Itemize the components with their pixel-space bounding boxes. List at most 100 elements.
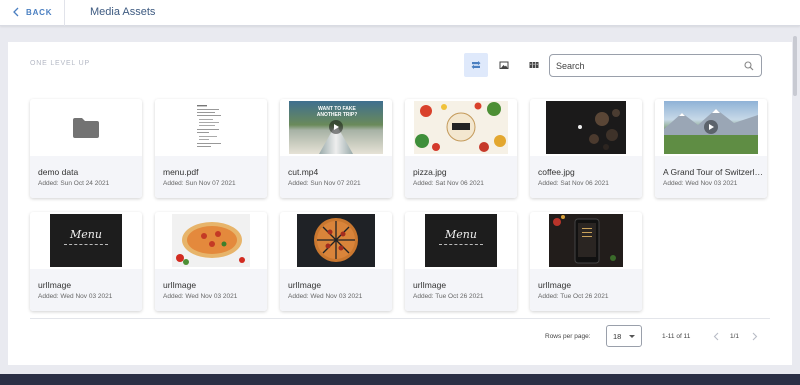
asset-date: Added: Wed Nov 03 2021 [38,293,113,300]
pizza-poster-preview [414,101,508,154]
back-button[interactable]: BACK [12,7,52,17]
asset-date: Added: Wed Nov 03 2021 [663,180,738,187]
asset-card[interactable]: menu.pdf Added: Sun Nov 07 2021 [155,99,267,198]
play-button[interactable] [329,120,343,134]
asset-card[interactable]: A Grand Tour of Switzerland Added: Wed N… [655,99,767,198]
asset-info: menu.pdf Added: Sun Nov 07 2021 [155,156,267,198]
asset-name: cut.mp4 [288,167,319,177]
asset-info: urlImage Added: Tue Oct 26 2021 [530,269,642,311]
chevron-left-icon [13,7,19,17]
asset-info: pizza.jpg Added: Sat Nov 06 2021 [405,156,517,198]
asset-info: demo data Added: Sun Oct 24 2021 [30,156,142,198]
page-title: Media Assets [90,6,156,18]
asset-name: A Grand Tour of Switzerland [663,167,763,177]
view-toggle-image[interactable] [492,53,516,77]
asset-date: Added: Sun Nov 07 2021 [288,180,361,187]
play-icon [709,124,714,130]
asset-name: urlImage [538,280,572,290]
video-thumbnail: WANT TO FAKE ANOTHER TRIP? [280,99,392,156]
asset-name: pizza.jpg [413,167,447,177]
play-button[interactable] [704,120,718,134]
search-icon[interactable] [744,61,754,71]
chalk-divider [64,244,108,245]
mountain-video-preview [664,101,758,154]
image-thumbnail [405,99,517,156]
document-preview [191,101,231,154]
pagination-range: 1-11 of 11 [662,333,691,340]
media-panel: ONE LEVEL UP Search demo data Added: Sun… [8,42,792,365]
image-thumbnail [530,99,642,156]
search-input[interactable] [556,59,736,73]
asset-date: Added: Sat Nov 06 2021 [538,180,609,187]
image-icon [499,61,509,69]
rows-per-page-value: 18 [613,332,622,341]
one-level-up-link[interactable]: ONE LEVEL UP [30,60,90,67]
view-toggle-columns[interactable] [522,53,546,77]
asset-date: Added: Sun Nov 07 2021 [163,180,236,187]
rows-per-page-label: Rows per page: [545,333,591,340]
asset-name: demo data [38,167,79,177]
scrollbar-thumb[interactable] [793,36,797,96]
asset-card[interactable]: Menu urlImage Added: Tue Oct 26 2021 [405,212,517,311]
asset-info: A Grand Tour of Switzerland Added: Wed N… [655,156,767,198]
asset-info: coffee.jpg Added: Sat Nov 06 2021 [530,156,642,198]
chalk-menu-text: Menu [70,228,102,241]
asset-card[interactable]: WANT TO FAKE ANOTHER TRIP? cut.mp4 Added… [280,99,392,198]
top-bar: BACK Media Assets [0,0,800,26]
chalkboard-preview: Menu [50,214,122,267]
asset-card[interactable]: demo data Added: Sun Oct 24 2021 [30,99,142,198]
image-thumbnail [155,212,267,269]
asset-date: Added: Wed Nov 03 2021 [288,293,363,300]
chalk-divider [439,244,483,245]
asset-info: urlImage Added: Wed Nov 03 2021 [280,269,392,311]
back-label: BACK [26,7,53,17]
search-box [549,54,762,77]
pdf-thumbnail [155,99,267,156]
asset-date: Added: Sun Oct 24 2021 [38,180,110,187]
image-thumbnail: Menu [405,212,517,269]
asset-card[interactable]: Menu urlImage Added: Wed Nov 03 2021 [30,212,142,311]
page-indicator: 1/1 [730,333,740,340]
road-video-preview: WANT TO FAKE ANOTHER TRIP? [289,101,383,154]
play-icon [334,124,339,130]
image-thumbnail [280,212,392,269]
chalkboard-preview: Menu [425,214,497,267]
asset-card[interactable]: urlImage Added: Tue Oct 26 2021 [530,212,642,311]
asset-card[interactable]: urlImage Added: Wed Nov 03 2021 [155,212,267,311]
prev-page-button[interactable] [711,330,721,342]
chevron-right-icon [752,332,758,340]
asset-date: Added: Sat Nov 06 2021 [413,180,484,187]
asset-name: urlImage [163,280,197,290]
video-thumbnail [655,99,767,156]
asset-name: menu.pdf [163,167,199,177]
phone-preview [549,214,623,267]
header-divider [64,0,65,26]
columns-icon [529,62,539,68]
rows-per-page-select[interactable]: 18 [606,325,642,347]
asset-card[interactable]: coffee.jpg Added: Sat Nov 06 2021 [530,99,642,198]
video-overlay-text: WANT TO FAKE ANOTHER TRIP? [316,106,358,118]
next-page-button[interactable] [750,330,760,342]
pizza-dark-preview [297,214,375,267]
asset-info: urlImage Added: Wed Nov 03 2021 [155,269,267,311]
chevron-down-icon [629,335,635,338]
asset-info: cut.mp4 Added: Sun Nov 07 2021 [280,156,392,198]
asset-info: urlImage Added: Wed Nov 03 2021 [30,269,142,311]
pagination-divider [30,318,770,319]
asset-date: Added: Tue Oct 26 2021 [538,293,609,300]
asset-name: urlImage [38,280,72,290]
image-thumbnail [530,212,642,269]
view-toggle-list[interactable] [464,53,488,77]
chalk-menu-text: Menu [445,228,477,241]
image-thumbnail: Menu [30,212,142,269]
asset-card[interactable]: pizza.jpg Added: Sat Nov 06 2021 [405,99,517,198]
chevron-left-icon [713,332,719,340]
asset-card[interactable]: urlImage Added: Wed Nov 03 2021 [280,212,392,311]
asset-name: coffee.jpg [538,167,575,177]
folder-thumbnail [30,99,142,156]
swap-view-icon [471,61,481,69]
asset-date: Added: Wed Nov 03 2021 [163,293,238,300]
coffee-preview [546,101,626,154]
pizza-plate-preview [172,214,250,267]
asset-date: Added: Tue Oct 26 2021 [413,293,484,300]
